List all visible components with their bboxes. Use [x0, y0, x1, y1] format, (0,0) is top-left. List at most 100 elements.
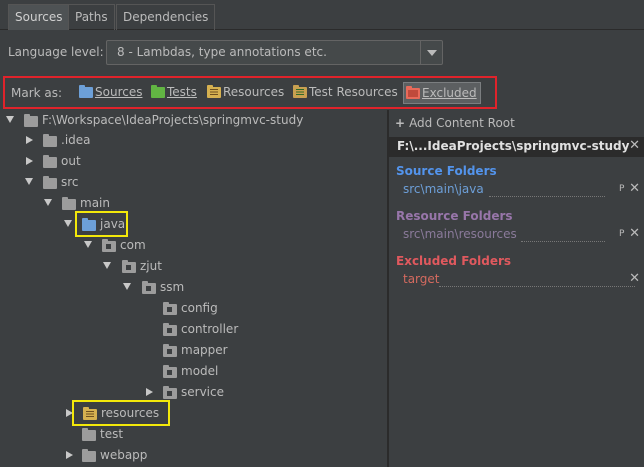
- expand-toggle-icon[interactable]: [123, 283, 131, 290]
- collapse-toggle-icon[interactable]: [66, 451, 73, 459]
- folder-icon: [43, 155, 57, 168]
- mark-sources-label: Sources: [95, 85, 143, 99]
- content-root-header: F:\...IdeaProjects\springmvc-study ✕: [389, 137, 644, 157]
- package-prefix-icon[interactable]: P: [619, 184, 624, 194]
- tab-bar: Sources Paths Dependencies: [0, 0, 644, 30]
- package-icon: [142, 281, 156, 294]
- expand-toggle-icon[interactable]: [25, 178, 33, 185]
- mark-sources-button[interactable]: Sources: [77, 82, 145, 104]
- mark-as-toolbar: Mark as: Sources Tests Resources Test Re…: [3, 76, 497, 109]
- resource-folders-title: Resource Folders: [396, 209, 513, 223]
- add-content-root-label: Add Content Root: [409, 116, 515, 130]
- tree-item-label: zjut: [140, 259, 162, 273]
- source-folder-path: src\main\java: [403, 182, 484, 196]
- tree-item-label: F:\Workspace\IdeaProjects\springmvc-stud…: [42, 113, 304, 127]
- close-icon[interactable]: ✕: [629, 226, 640, 241]
- folder-icon: [62, 197, 76, 210]
- tests-folder-icon: [151, 85, 165, 98]
- folder-icon: [43, 134, 57, 147]
- content-root-path: F:\...IdeaProjects\springmvc-study: [397, 139, 630, 153]
- mark-excluded-label: Excluded: [422, 86, 477, 100]
- package-icon: [163, 323, 177, 336]
- tree-row-idea[interactable]: .idea: [0, 130, 387, 151]
- tree-row-config[interactable]: config: [0, 298, 387, 319]
- tree-row-webapp[interactable]: webapp: [0, 445, 387, 466]
- folder-icon: [24, 114, 38, 127]
- collapse-toggle-icon[interactable]: [146, 388, 153, 396]
- tree-item-label: com: [120, 238, 146, 252]
- tree-row-test[interactable]: test: [0, 424, 387, 445]
- excluded-folder-item[interactable]: target: [403, 272, 635, 288]
- package-prefix-icon[interactable]: P: [619, 229, 624, 239]
- package-icon: [163, 344, 177, 357]
- tree-row-main[interactable]: main: [0, 193, 387, 214]
- tree-item-label: ssm: [160, 280, 185, 294]
- resources-highlight-box: [72, 400, 170, 426]
- project-tree: F:\Workspace\IdeaProjects\springmvc-stud…: [0, 110, 387, 467]
- package-icon: [163, 386, 177, 399]
- tree-item-label: test: [100, 427, 124, 441]
- expand-toggle-icon[interactable]: [44, 199, 52, 206]
- folder-icon: [82, 449, 96, 462]
- excluded-folder-path: target: [403, 272, 440, 286]
- add-content-root-button[interactable]: + Add Content Root: [395, 116, 515, 130]
- expand-toggle-icon[interactable]: [84, 241, 92, 248]
- tab-dependencies[interactable]: Dependencies: [116, 4, 216, 30]
- folder-icon: [43, 176, 57, 189]
- sources-folder-icon: [79, 85, 93, 98]
- mark-tests-label: Tests: [167, 85, 197, 99]
- tree-item-label: config: [181, 301, 218, 315]
- tree-row-src[interactable]: src: [0, 172, 387, 193]
- resource-folder-path: src\main\resources: [403, 227, 517, 241]
- content-root-panel: + Add Content Root F:\...IdeaProjects\spr…: [389, 110, 644, 467]
- tree-item-label: mapper: [181, 343, 228, 357]
- expand-toggle-icon[interactable]: [103, 262, 111, 269]
- source-folders-title: Source Folders: [396, 164, 497, 178]
- package-icon: [163, 302, 177, 315]
- resource-folder-item[interactable]: src\main\resources P: [403, 227, 633, 243]
- close-icon[interactable]: ✕: [629, 181, 640, 196]
- package-icon: [102, 239, 116, 252]
- language-level-label: Language level:: [8, 45, 104, 59]
- tree-row-controller[interactable]: controller: [0, 319, 387, 340]
- expand-toggle-icon[interactable]: [64, 220, 72, 227]
- tree-row-resources[interactable]: resources: [0, 403, 387, 424]
- leader-dots: [439, 286, 635, 287]
- mark-test-resources-label: Test Resources: [309, 85, 398, 99]
- mark-tests-button[interactable]: Tests: [149, 82, 200, 104]
- tree-row-mapper[interactable]: mapper: [0, 340, 387, 361]
- tree-row-out[interactable]: out: [0, 151, 387, 172]
- package-icon: [122, 260, 136, 273]
- source-folder-item[interactable]: src\main\java P: [403, 182, 633, 198]
- resources-folder-icon: [207, 85, 221, 98]
- mark-resources-label: Resources: [223, 85, 285, 99]
- tree-row-service[interactable]: service: [0, 382, 387, 403]
- tree-row-model[interactable]: model: [0, 361, 387, 382]
- mark-test-resources-button[interactable]: Test Resources: [291, 82, 401, 104]
- tree-row-java[interactable]: java: [0, 214, 387, 235]
- folder-icon: [82, 428, 96, 441]
- excluded-folders-title: Excluded Folders: [396, 254, 512, 268]
- tree-row-com[interactable]: com: [0, 235, 387, 256]
- mark-as-label: Mark as:: [11, 86, 63, 100]
- collapse-toggle-icon[interactable]: [26, 136, 33, 144]
- plus-icon: +: [395, 116, 406, 130]
- mark-excluded-button[interactable]: Excluded: [403, 82, 481, 104]
- collapse-toggle-icon[interactable]: [26, 157, 33, 165]
- language-level-select[interactable]: 8 - Lambdas, type annotations etc.: [106, 40, 443, 65]
- tab-paths[interactable]: Paths: [68, 4, 115, 30]
- close-icon[interactable]: ✕: [629, 138, 640, 153]
- tree-row-root[interactable]: F:\Workspace\IdeaProjects\springmvc-stud…: [0, 110, 387, 131]
- package-icon: [163, 365, 177, 378]
- test-resources-folder-icon: [293, 85, 307, 98]
- tree-item-label: controller: [181, 322, 239, 336]
- chevron-down-icon[interactable]: [420, 41, 442, 64]
- tree-item-label: webapp: [100, 448, 148, 462]
- close-icon[interactable]: ✕: [629, 271, 640, 286]
- mark-resources-button[interactable]: Resources: [205, 82, 287, 104]
- tree-row-ssm[interactable]: ssm: [0, 277, 387, 298]
- tree-row-zjut[interactable]: zjut: [0, 256, 387, 277]
- tree-item-label: out: [61, 154, 81, 168]
- tab-sources[interactable]: Sources: [8, 4, 70, 30]
- expand-toggle-icon[interactable]: [6, 116, 14, 123]
